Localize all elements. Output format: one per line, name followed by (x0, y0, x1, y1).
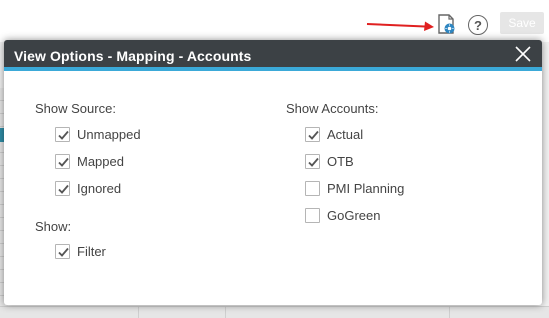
checkbox-label: Filter (77, 244, 106, 259)
page-settings-icon[interactable] (437, 13, 457, 35)
background-footer-cell (449, 306, 450, 318)
close-icon[interactable] (514, 45, 532, 63)
checkbox-otb[interactable]: OTB (305, 154, 354, 169)
dialog-title: View Options - Mapping - Accounts (14, 48, 252, 64)
background-footer-row (0, 306, 549, 318)
checkbox-box[interactable] (305, 127, 320, 142)
show-source-label: Show Source: (35, 101, 116, 116)
background-footer-cell (225, 306, 226, 318)
save-button[interactable]: Save (500, 12, 544, 34)
checkbox-box[interactable] (55, 244, 70, 259)
show-label: Show: (35, 219, 72, 234)
checkbox-unmapped[interactable]: Unmapped (55, 127, 141, 142)
checkbox-filter[interactable]: Filter (55, 244, 106, 259)
annotation-arrow (366, 21, 434, 31)
view-options-dialog: View Options - Mapping - Accounts Show S… (4, 40, 542, 305)
checkbox-gogreen[interactable]: GoGreen (305, 208, 380, 223)
background-footer-cell (138, 306, 139, 318)
dialog-header: View Options - Mapping - Accounts (4, 40, 542, 71)
checkbox-box[interactable] (305, 208, 320, 223)
checkbox-label: GoGreen (327, 208, 381, 223)
checkbox-ignored[interactable]: Ignored (55, 181, 121, 196)
checkbox-box[interactable] (55, 181, 70, 196)
checkbox-label: OTB (327, 154, 354, 169)
checkbox-box[interactable] (55, 127, 70, 142)
checkbox-label: Ignored (77, 181, 122, 196)
checkbox-actual[interactable]: Actual (305, 127, 363, 142)
checkbox-label: Actual (327, 127, 364, 142)
checkbox-label: Unmapped (77, 127, 141, 142)
checkbox-box[interactable] (305, 181, 320, 196)
checkbox-mapped[interactable]: Mapped (55, 154, 124, 169)
checkbox-box[interactable] (55, 154, 70, 169)
help-icon[interactable]: ? (468, 15, 488, 35)
checkbox-label: Mapped (77, 154, 124, 169)
show-accounts-label: Show Accounts: (286, 101, 379, 116)
checkbox-label: PMI Planning (327, 181, 405, 196)
checkbox-pmi-planning[interactable]: PMI Planning (305, 181, 404, 196)
checkbox-box[interactable] (305, 154, 320, 169)
